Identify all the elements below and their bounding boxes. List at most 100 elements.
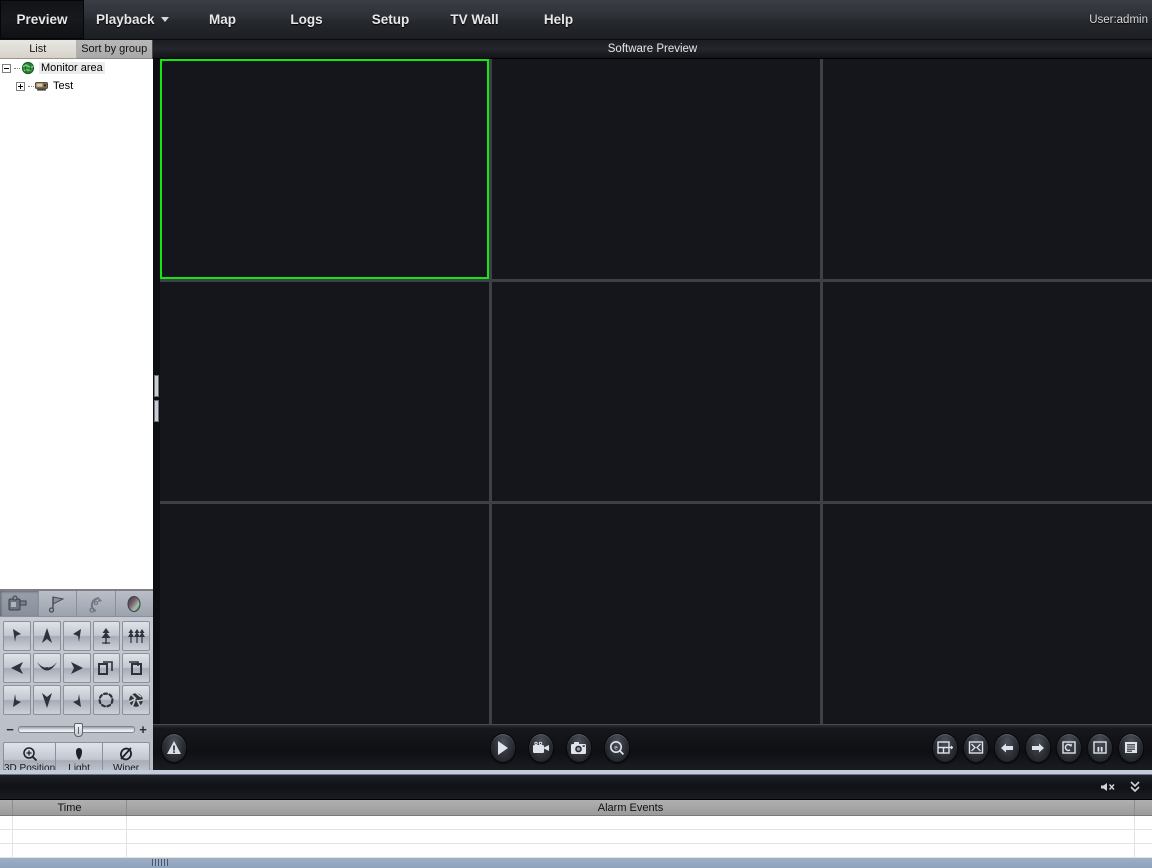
- globe-icon: [20, 61, 36, 75]
- alarm-warning-icon: [166, 740, 182, 756]
- ptz-down[interactable]: [33, 685, 61, 715]
- play-all-button[interactable]: [490, 733, 516, 763]
- tab-list[interactable]: List: [0, 40, 76, 59]
- slider-track[interactable]: [18, 726, 135, 733]
- table-row[interactable]: [0, 844, 1152, 858]
- arrow-right-icon: [68, 660, 86, 676]
- cell-blank: [0, 830, 13, 843]
- menu-item-help[interactable]: Help: [517, 0, 601, 39]
- video-cell-6[interactable]: [823, 282, 1152, 502]
- column-header-blank: [0, 800, 13, 815]
- table-row[interactable]: [0, 816, 1152, 830]
- ptz-tab-color[interactable]: [116, 591, 154, 616]
- ptz-focus-far[interactable]: [122, 653, 150, 683]
- ptz-focus-near[interactable]: [93, 653, 121, 683]
- application-window: Preview Playback Map Logs Setup TV Wall …: [0, 0, 1152, 868]
- ptz-right[interactable]: [63, 653, 91, 683]
- column-header-time[interactable]: Time: [13, 800, 127, 815]
- ptz-zoom-in[interactable]: [93, 621, 121, 651]
- record-button[interactable]: [528, 733, 554, 763]
- video-cell-8[interactable]: [492, 504, 821, 724]
- video-cell-5[interactable]: [492, 282, 821, 502]
- alarm-toolbar: [0, 774, 1152, 800]
- loop-refresh-icon: [1061, 740, 1077, 755]
- column-header-end: [1135, 800, 1152, 815]
- left-device-panel: List Sort by group Monitor area: [0, 40, 153, 770]
- split-layout-button[interactable]: [932, 733, 958, 763]
- ptz-iris-open[interactable]: [93, 685, 121, 715]
- expander-plus-icon[interactable]: [16, 82, 25, 91]
- slider-plus-label: +: [137, 722, 149, 737]
- video-cell-2[interactable]: [492, 59, 821, 279]
- video-cell-9[interactable]: [823, 504, 1152, 724]
- table-row[interactable]: [0, 830, 1152, 844]
- ptz-up-right[interactable]: [63, 621, 91, 651]
- ptz-up[interactable]: [33, 621, 61, 651]
- cell-end: [1135, 830, 1152, 843]
- pause-tour-button[interactable]: [1087, 733, 1113, 763]
- ptz-up-left[interactable]: [3, 621, 31, 651]
- cell-blank: [0, 816, 13, 829]
- ptz-down-left[interactable]: [3, 685, 31, 715]
- cell-end: [1135, 844, 1152, 857]
- ptz-tab-preset[interactable]: [39, 591, 78, 616]
- focus-far-icon: [126, 658, 146, 678]
- menu-spacer: [601, 0, 1090, 39]
- ptz-down-right[interactable]: [63, 685, 91, 715]
- digital-zoom-button[interactable]: e: [604, 733, 630, 763]
- tour-loop-button[interactable]: [1056, 733, 1082, 763]
- splitter-grip: [152, 859, 168, 866]
- arrow-down-left-icon: [9, 691, 25, 709]
- stop-all-button[interactable]: [1118, 733, 1144, 763]
- light-bulb-icon: [71, 746, 87, 762]
- cell-end: [1135, 816, 1152, 829]
- ptz-left[interactable]: [3, 653, 31, 683]
- tree-node-monitor-area[interactable]: Monitor area: [0, 59, 153, 77]
- ptz-iris-close[interactable]: [122, 685, 150, 715]
- snapshot-button[interactable]: [566, 733, 592, 763]
- panel-splitter-vertical[interactable]: [153, 370, 160, 426]
- speaker-mute-icon: [1098, 779, 1118, 795]
- video-cell-3[interactable]: [823, 59, 1152, 279]
- cell-time: [13, 816, 127, 829]
- ptz-tab-camera[interactable]: [0, 591, 39, 616]
- tree-node-test[interactable]: Test: [0, 77, 153, 95]
- main-menu-bar: Preview Playback Map Logs Setup TV Wall …: [0, 0, 1152, 40]
- menu-item-setup[interactable]: Setup: [349, 0, 433, 39]
- panel-splitter-horizontal[interactable]: [0, 858, 1152, 868]
- menu-item-logs[interactable]: Logs: [265, 0, 349, 39]
- fullscreen-button[interactable]: [963, 733, 989, 763]
- tab-sort-by-group[interactable]: Sort by group: [76, 40, 153, 59]
- menu-item-preview[interactable]: Preview: [0, 0, 84, 39]
- column-header-alarm-events[interactable]: Alarm Events: [127, 800, 1135, 815]
- slider-thumb[interactable]: [74, 723, 83, 737]
- previous-page-button[interactable]: [994, 733, 1020, 763]
- video-cell-4[interactable]: [160, 282, 489, 502]
- video-area-title: Software Preview: [153, 40, 1152, 59]
- video-cell-7[interactable]: [160, 504, 489, 724]
- video-cell-1[interactable]: [160, 59, 489, 279]
- device-tree[interactable]: Monitor area Test: [0, 59, 153, 590]
- stop-list-icon: [1123, 740, 1139, 755]
- ptz-tab-tour[interactable]: [77, 591, 116, 616]
- mute-button[interactable]: [1098, 779, 1118, 795]
- ptz-auto-scan[interactable]: [33, 653, 61, 683]
- collapse-button[interactable]: [1128, 779, 1142, 795]
- arrow-left-icon: [8, 660, 26, 676]
- menu-label: Playback: [96, 12, 155, 27]
- alarm-events-body[interactable]: [0, 816, 1152, 858]
- alarm-button[interactable]: [161, 733, 187, 763]
- next-page-button[interactable]: [1025, 733, 1051, 763]
- arrow-down-right-icon: [69, 691, 85, 709]
- menu-label: Setup: [372, 12, 410, 27]
- expander-minus-icon[interactable]: [2, 64, 11, 73]
- ptz-speed-slider[interactable]: − +: [4, 721, 149, 737]
- menu-item-playback[interactable]: Playback: [84, 0, 181, 39]
- menu-item-tv-wall[interactable]: TV Wall: [433, 0, 517, 39]
- cell-time: [13, 830, 127, 843]
- menu-label: Preview: [16, 12, 67, 27]
- menu-item-map[interactable]: Map: [181, 0, 265, 39]
- arrow-up-left-icon: [9, 627, 25, 645]
- focus-near-icon: [96, 658, 116, 678]
- ptz-zoom-out[interactable]: [122, 621, 150, 651]
